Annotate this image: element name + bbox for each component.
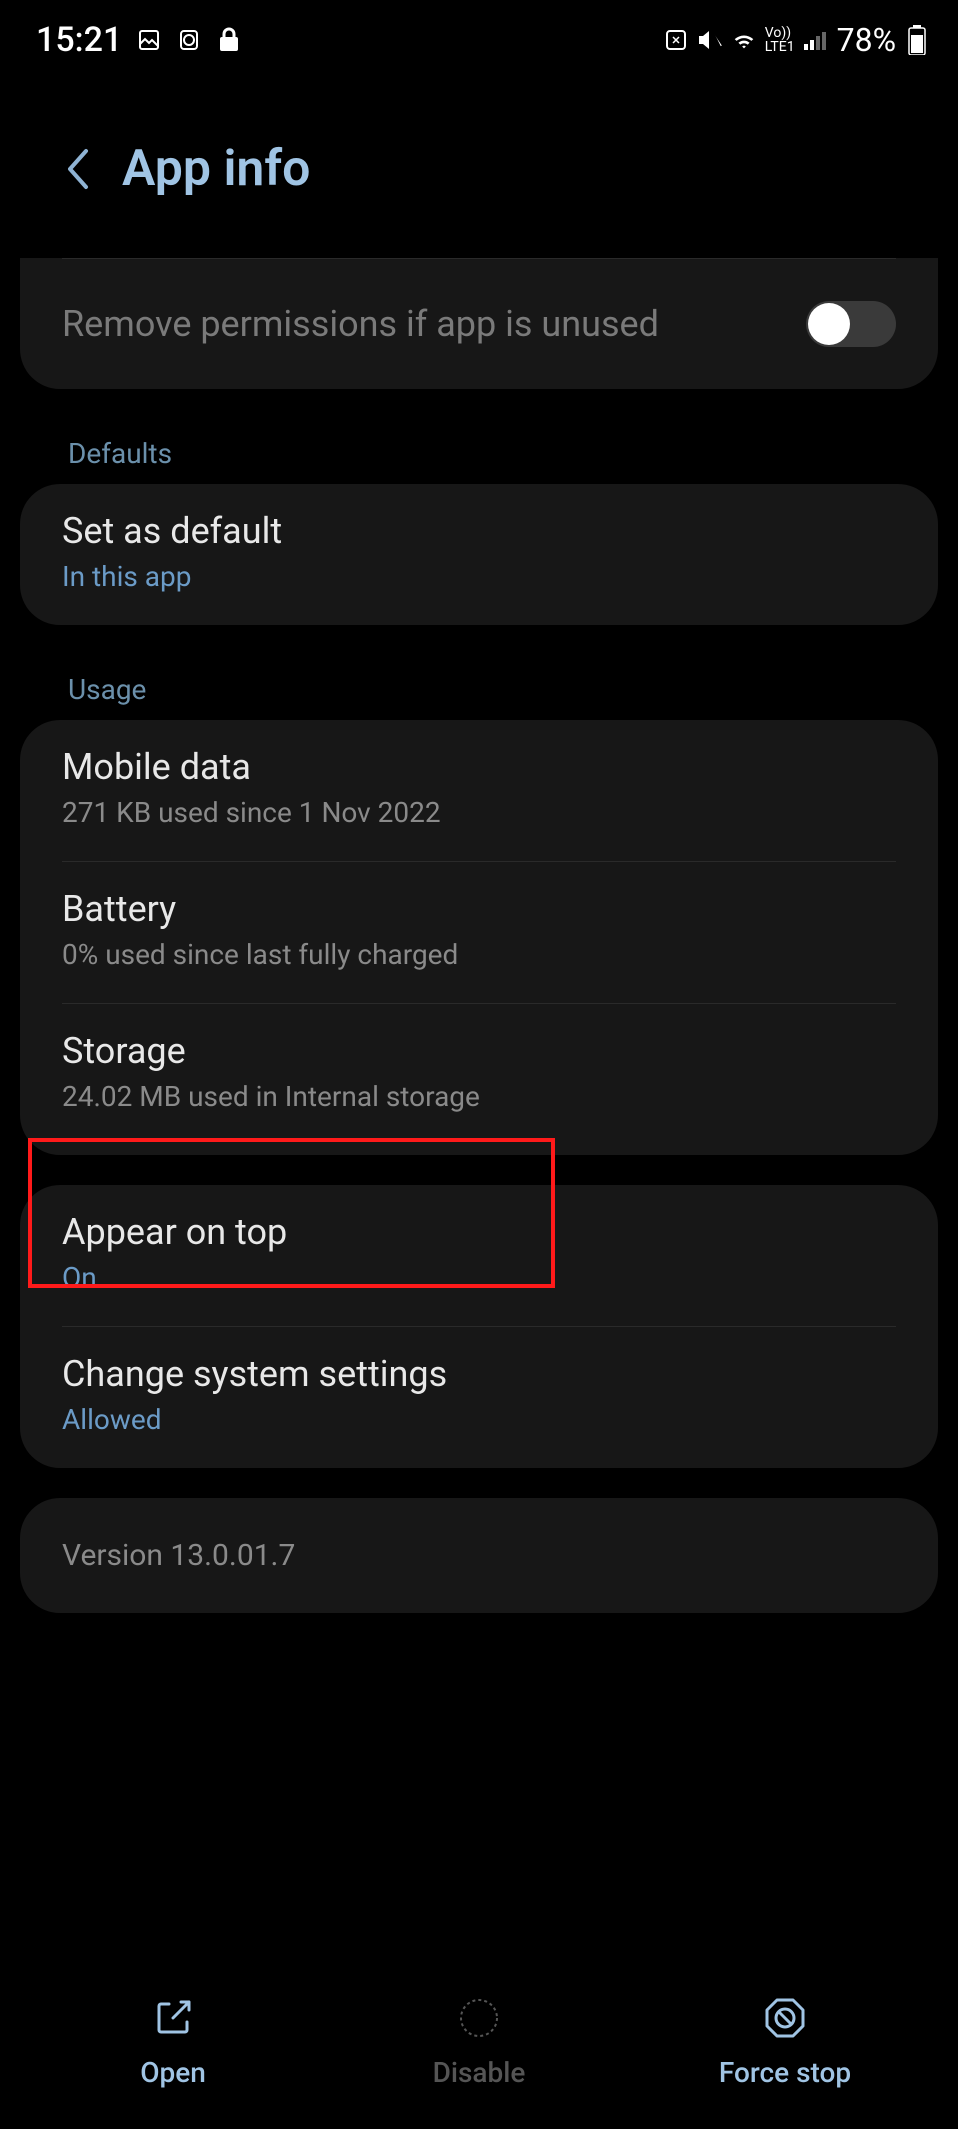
page-title: App info <box>122 140 310 198</box>
section-usage: Usage <box>20 655 938 720</box>
open-icon <box>149 1994 197 2042</box>
change-system-settings-row[interactable]: Change system settings Allowed <box>20 1327 938 1468</box>
change-system-settings-title: Change system settings <box>62 1353 896 1395</box>
page-header: App info <box>0 80 958 258</box>
wifi-icon <box>731 27 757 53</box>
storage-row[interactable]: Storage 24.02 MB used in Internal storag… <box>20 1004 938 1155</box>
mobile-data-row[interactable]: Mobile data 271 KB used since 1 Nov 2022 <box>20 720 938 861</box>
volte-icon: Vo))LTE1 <box>765 26 795 54</box>
set-as-default-sub: In this app <box>62 560 896 593</box>
disable-icon <box>455 1994 503 2042</box>
disable-button: Disable <box>379 1994 579 2089</box>
usage-card: Mobile data 271 KB used since 1 Nov 2022… <box>20 720 938 1155</box>
battery-row[interactable]: Battery 0% used since last fully charged <box>20 862 938 1003</box>
back-icon[interactable] <box>64 145 92 193</box>
battery-percentage: 78% <box>837 21 896 59</box>
status-right: Vo))LTE1 78% <box>663 21 930 59</box>
status-left: 15:21 <box>36 20 242 60</box>
remove-permissions-card: Remove permissions if app is unused <box>20 258 938 389</box>
battery-title: Battery <box>62 888 896 930</box>
force-stop-icon <box>761 1994 809 2042</box>
sync-icon <box>663 27 689 53</box>
storage-title: Storage <box>62 1030 896 1072</box>
battery-sub: 0% used since last fully charged <box>62 938 896 971</box>
battery-icon <box>904 27 930 53</box>
storage-sub: 24.02 MB used in Internal storage <box>62 1080 896 1113</box>
appear-on-top-sub: On <box>62 1261 896 1294</box>
defaults-card: Set as default In this app <box>20 484 938 625</box>
status-bar: 15:21 Vo))LTE1 78% <box>0 0 958 80</box>
bottom-bar: Open Disable Force stop <box>0 1964 958 2129</box>
gallery-icon <box>136 27 162 53</box>
open-label: Open <box>140 2056 206 2089</box>
version-card: Version 13.0.01.7 <box>20 1498 938 1613</box>
appear-on-top-title: Appear on top <box>62 1211 896 1253</box>
status-time: 15:21 <box>36 20 122 60</box>
lock-icon <box>216 27 242 53</box>
force-stop-button[interactable]: Force stop <box>685 1994 885 2089</box>
clock-icon <box>176 27 202 53</box>
remove-permissions-toggle[interactable] <box>806 301 896 347</box>
section-defaults: Defaults <box>20 419 938 484</box>
set-as-default-title: Set as default <box>62 510 896 552</box>
overlay-card: Appear on top On Change system settings … <box>20 1185 938 1468</box>
set-as-default-row[interactable]: Set as default In this app <box>20 484 938 625</box>
change-system-settings-sub: Allowed <box>62 1403 896 1436</box>
open-button[interactable]: Open <box>73 1994 273 2089</box>
appear-on-top-row[interactable]: Appear on top On <box>20 1185 938 1326</box>
version-text: Version 13.0.01.7 <box>20 1498 938 1613</box>
mobile-data-sub: 271 KB used since 1 Nov 2022 <box>62 796 896 829</box>
remove-permissions-label: Remove permissions if app is unused <box>62 303 659 345</box>
remove-permissions-row[interactable]: Remove permissions if app is unused <box>20 259 938 389</box>
mobile-data-title: Mobile data <box>62 746 896 788</box>
disable-label: Disable <box>433 2056 526 2089</box>
force-stop-label: Force stop <box>719 2056 851 2089</box>
signal-icon <box>803 27 829 53</box>
mute-icon <box>697 27 723 53</box>
